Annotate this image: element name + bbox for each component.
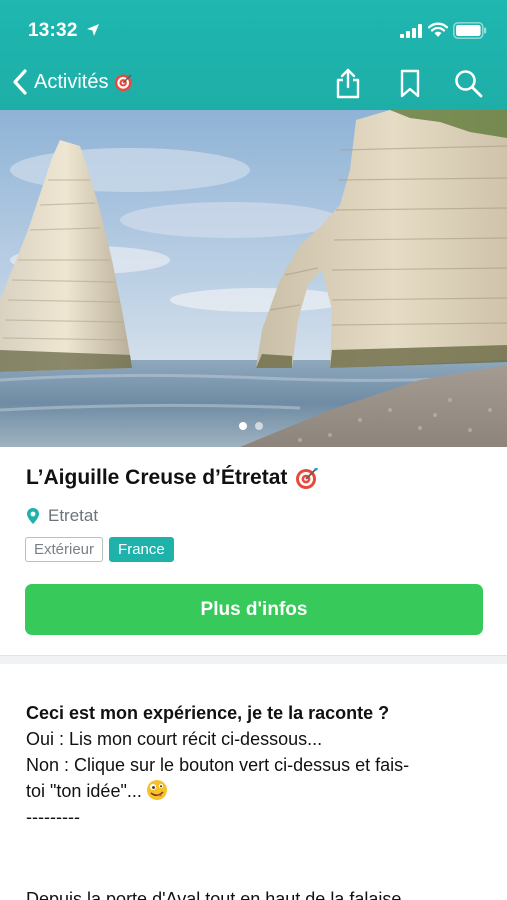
search-icon[interactable] [453,67,483,99]
story-line-yes: Oui : Lis mon court récit ci-dessous... [26,729,323,749]
story-heading: Ceci est mon expérience, je te la racont… [26,703,390,723]
activity-title-row: L’Aiguille Creuse d’Étretat [26,466,319,490]
map-pin-icon [27,508,39,524]
activity-title: L’Aiguille Creuse d’Étretat [26,466,288,489]
chevron-left-icon [13,69,27,95]
wifi-icon [428,22,448,37]
story-line-no-cont: toi "ton idée"... [26,778,486,804]
story-line-no: Non : Clique sur le bouton vert ci-dessu… [26,755,410,775]
tag-exterieur[interactable]: Extérieur [25,537,104,562]
tag-list: Extérieur France [25,537,174,562]
story-line-no-text: toi "ton idée"... [26,781,142,801]
more-info-button[interactable]: Plus d'infos [25,584,483,635]
signal-bars-icon [400,24,422,38]
carousel-indicator[interactable] [239,422,263,430]
back-label: Activités [34,70,109,93]
status-time: 13:32 [28,20,78,41]
nav-bar: Activités [0,60,507,110]
zany-face-emoji-icon [146,780,167,800]
target-icon [115,73,134,92]
carousel-dot-active[interactable] [239,422,247,430]
target-icon [296,468,319,489]
activity-location: Etretat [26,506,98,526]
back-button[interactable]: Activités [12,65,134,99]
location-arrow-icon [87,24,99,36]
story-text: Ceci est mon expérience, je te la racont… [26,700,486,830]
carousel-dot[interactable] [255,422,263,430]
story-separator: --------- [26,807,80,827]
tag-france[interactable]: France [109,537,174,562]
bookmark-icon[interactable] [395,67,425,99]
section-divider [0,655,507,664]
share-icon[interactable] [333,67,363,99]
location-text: Etretat [48,506,99,525]
story-cutoff-line: Depuis la porte d'Aval tout en haut de l… [26,889,402,900]
status-bar: 13:32 [0,0,507,60]
app-header: 13:32 Activités [0,0,507,110]
hero-photo[interactable] [0,110,507,447]
battery-icon [453,22,487,39]
